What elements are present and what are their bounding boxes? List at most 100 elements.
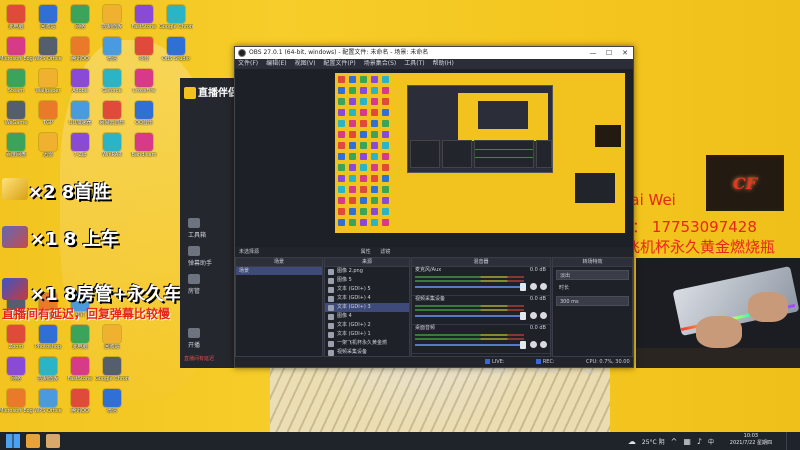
desktop-icon[interactable]: 回收站 xyxy=(32,2,64,34)
minimize-button[interactable]: — xyxy=(585,47,601,59)
companion-nav-danmu[interactable]: 弹幕助手 xyxy=(180,246,240,267)
ime-indicator[interactable]: 中 xyxy=(708,437,714,446)
desktop-icon[interactable]: 回收站 xyxy=(96,322,128,354)
weather-text[interactable]: 25°C 阴 xyxy=(642,437,665,446)
companion-nav-golive[interactable]: 开播 xyxy=(180,328,240,349)
desktop-icon[interactable]: TGP xyxy=(32,98,64,130)
preview-webcam xyxy=(575,173,615,203)
speaker-icon[interactable] xyxy=(530,312,537,319)
desktop-icon[interactable]: QQ音乐 xyxy=(128,98,160,130)
volume-slider-handle[interactable] xyxy=(520,312,526,320)
companion-nav-toolbox[interactable]: 工具箱 xyxy=(180,218,240,239)
close-button[interactable]: ✕ xyxy=(617,47,633,59)
companion-nav-admin[interactable]: 房管 xyxy=(180,274,240,295)
source-item[interactable]: 视频采集设备 xyxy=(325,348,409,357)
desktop-icon[interactable]: 腾讯QQ xyxy=(64,386,96,418)
desktop-icon[interactable]: OBS Studio xyxy=(160,34,192,66)
windows-start-icon[interactable] xyxy=(6,434,20,448)
obs-window[interactable]: OBS 27.0.1 (64-bit, windows) - 配置文件: 未命名… xyxy=(234,46,634,375)
volume-slider-handle[interactable] xyxy=(520,283,526,291)
menu-scene-collection[interactable]: 场景集合(S) xyxy=(364,59,397,69)
network-icon[interactable]: ▦ xyxy=(683,437,691,446)
desktop-icon[interactable]: WinRAR xyxy=(96,130,128,162)
gear-icon[interactable] xyxy=(540,283,547,290)
desktop-icon[interactable]: 抖音 xyxy=(128,34,160,66)
menu-profile[interactable]: 配置文件(P) xyxy=(323,59,355,69)
desktop-icon[interactable]: Microsoft Edge xyxy=(0,386,33,418)
desktop-icon[interactable]: 此电脑 xyxy=(0,2,32,34)
desktop-icon[interactable]: 微信 xyxy=(96,34,128,66)
obs-preview[interactable] xyxy=(235,69,633,247)
desktop-icon[interactable]: 微信 xyxy=(96,386,128,418)
filters-button[interactable]: 滤镜 xyxy=(380,249,390,255)
desktop-icon[interactable]: Wallpaper xyxy=(32,66,64,98)
desktop-icon[interactable]: 网络 xyxy=(0,354,32,386)
show-desktop-button[interactable] xyxy=(786,432,800,450)
duration-input[interactable]: 300 ms xyxy=(556,296,629,306)
desktop-icon[interactable]: WPS Office xyxy=(32,34,64,66)
volume-slider-handle[interactable] xyxy=(520,341,526,349)
taskbar-app-2-icon[interactable] xyxy=(46,434,60,448)
desktop-icon[interactable]: FastStone xyxy=(64,354,96,386)
clock[interactable]: 10:03 2021/7/22 星期四 xyxy=(730,433,772,447)
desktop-icon[interactable]: CrossFire xyxy=(128,66,160,98)
desktop-icon[interactable]: 腾讯QQ xyxy=(64,34,96,66)
source-item[interactable]: 图像 2.png xyxy=(325,267,409,276)
mixer-dock-title: 混音器 xyxy=(412,258,550,267)
desktop-icon[interactable]: Adobe xyxy=(64,66,96,98)
desktop-icon[interactable]: Google Chrome xyxy=(95,354,129,386)
desktop-icon[interactable]: 百度网盘 xyxy=(0,130,32,162)
desktop-icon[interactable]: Google Chrome xyxy=(159,2,193,34)
desktop-icon[interactable]: Bandicam xyxy=(128,130,160,162)
menu-help[interactable]: 帮助(H) xyxy=(433,59,454,69)
menu-tools[interactable]: 工具(T) xyxy=(404,59,424,69)
volume-icon[interactable]: ♪ xyxy=(697,437,702,446)
menu-file[interactable]: 文件(F) xyxy=(238,59,258,69)
obs-statusbar: LIVE: 00:00:00 REC: 00:00:00 CPU: 0.7%, … xyxy=(235,357,633,375)
desktop-icon[interactable]: Photoshop xyxy=(32,322,64,354)
source-item[interactable]: 一架飞机杯永久黄金燃 xyxy=(325,339,409,348)
menu-edit[interactable]: 编辑(E) xyxy=(266,59,286,69)
speaker-icon[interactable] xyxy=(530,341,537,348)
volume-slider[interactable] xyxy=(415,344,524,346)
chevron-up-icon[interactable]: ^ xyxy=(671,437,678,446)
source-item[interactable]: 图像 4 xyxy=(325,312,409,321)
desktop-icon[interactable]: 此电脑 xyxy=(64,322,96,354)
desktop-icon[interactable]: Geforce xyxy=(96,66,128,98)
desktop-icon[interactable]: 7-Zip xyxy=(64,130,96,162)
hand-left xyxy=(696,316,742,348)
gear-icon[interactable] xyxy=(540,312,547,319)
source-item[interactable]: 文本 (GDI+) 1 xyxy=(325,330,409,339)
preview-canvas[interactable] xyxy=(335,73,625,233)
source-item[interactable]: 图像 5 xyxy=(325,276,409,285)
desktop-icon[interactable]: Steam xyxy=(0,66,32,98)
desktop-icon[interactable]: 网易云音乐 xyxy=(96,98,128,130)
desktop-icon[interactable]: 网络 xyxy=(64,2,96,34)
source-item[interactable]: 文本 (GDI+) 2 xyxy=(325,321,409,330)
volume-slider[interactable] xyxy=(415,315,524,317)
maximize-button[interactable]: ☐ xyxy=(601,47,617,59)
desktop-icon[interactable]: Zoom xyxy=(0,322,32,354)
obs-titlebar[interactable]: OBS 27.0.1 (64-bit, windows) - 配置文件: 未命名… xyxy=(235,47,633,59)
source-item[interactable]: 文本 (GDI+) 5 xyxy=(325,285,409,294)
desktop-icon-label: CrossFire xyxy=(132,88,156,94)
menu-view[interactable]: 视图(V) xyxy=(295,59,316,69)
desktop-icon[interactable]: FastStone xyxy=(128,2,160,34)
desktop-icon[interactable]: 控制面板 xyxy=(96,2,128,34)
desktop-icon[interactable]: 迅雷 xyxy=(32,130,64,162)
weather-icon: ☁ xyxy=(627,436,636,446)
source-item[interactable]: 文本 (GDI+) 4 xyxy=(325,294,409,303)
source-item[interactable]: 文本 (GDI+) 3 xyxy=(325,303,409,312)
scene-item[interactable]: 场景 xyxy=(236,267,322,275)
desktop-icon[interactable]: Microsoft Edge xyxy=(0,34,33,66)
desktop-icon[interactable]: UU加速器 xyxy=(64,98,96,130)
taskbar-app-1-icon[interactable] xyxy=(26,434,40,448)
desktop-icon[interactable]: WPS Office xyxy=(32,386,64,418)
properties-button[interactable]: 属性 xyxy=(361,249,371,255)
transition-type-select[interactable]: 淡出 xyxy=(556,270,629,280)
volume-slider[interactable] xyxy=(415,286,524,288)
desktop-icon[interactable]: WeGame xyxy=(0,98,32,130)
gear-icon[interactable] xyxy=(540,341,547,348)
speaker-icon[interactable] xyxy=(530,283,537,290)
desktop-icon[interactable]: 控制面板 xyxy=(32,354,64,386)
